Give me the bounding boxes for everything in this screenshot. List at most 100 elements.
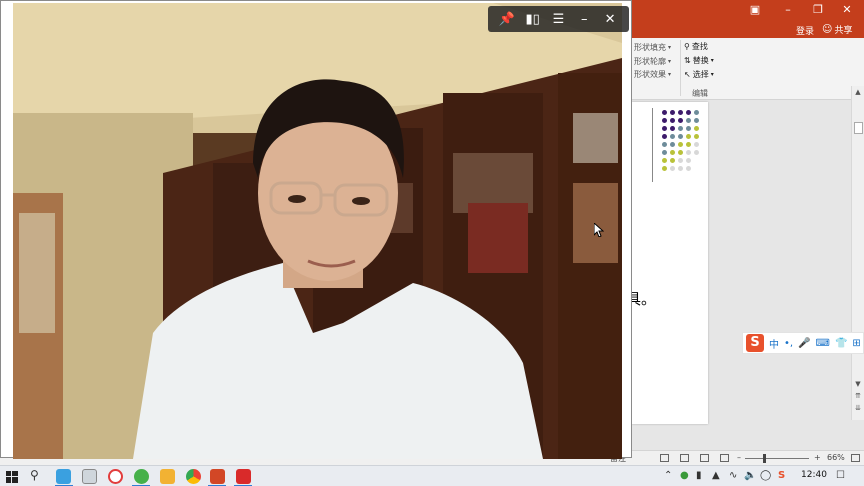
- pattern-dot: [694, 142, 699, 147]
- pattern-dot: [686, 142, 691, 147]
- select-label: 选择: [692, 70, 709, 79]
- close-icon[interactable]: ✕: [600, 9, 620, 29]
- pattern-dot: [694, 126, 699, 131]
- battery-icon[interactable]: ▮: [696, 470, 702, 481]
- microphone-icon[interactable]: 🎤: [798, 338, 810, 349]
- minimize-icon[interactable]: –: [781, 4, 795, 16]
- sogou-browser-icon[interactable]: [134, 469, 149, 484]
- ime-mode[interactable]: 中: [769, 336, 779, 351]
- pattern-dot: [670, 150, 675, 155]
- pattern-dot: [694, 110, 699, 115]
- notification-icon[interactable]: ☐: [836, 470, 845, 481]
- find-button[interactable]: ⚲ 查找: [684, 41, 708, 52]
- share-button[interactable]: ☺ 共享: [822, 23, 852, 36]
- pattern-dot: [662, 150, 667, 155]
- wifi-icon[interactable]: ∿: [729, 470, 737, 481]
- taskbar-clock[interactable]: 12:40: [801, 470, 827, 480]
- find-label: 查找: [691, 42, 708, 51]
- ie-icon[interactable]: [56, 469, 71, 484]
- photos-app-icon[interactable]: [160, 469, 175, 484]
- video-app-icon[interactable]: [108, 469, 123, 484]
- pattern-dot: [678, 126, 683, 131]
- tray-app-icon[interactable]: ●: [680, 470, 689, 481]
- scrollbar-thumb[interactable]: [854, 122, 863, 134]
- shape-outline-button[interactable]: 形状轮廓 ▾: [634, 56, 671, 67]
- tray-chevron-up-icon[interactable]: ⌃: [664, 470, 672, 481]
- menu-icon[interactable]: ☰: [548, 9, 568, 29]
- zoom-level[interactable]: 66%: [827, 453, 845, 462]
- minimize-icon[interactable]: –: [574, 9, 594, 29]
- sogou-logo-icon: S: [746, 334, 764, 352]
- ime-indicator-icon[interactable]: ◯: [760, 470, 771, 481]
- chevron-down-icon: ▾: [668, 44, 672, 51]
- pattern-dot: [662, 142, 667, 147]
- zoom-slider[interactable]: [745, 458, 809, 459]
- skin-icon[interactable]: 👕: [835, 338, 847, 349]
- ime-punctuation[interactable]: •,: [784, 338, 793, 349]
- shape-fill-button[interactable]: 形状填充 ▾: [634, 42, 671, 53]
- shape-effects-button[interactable]: 形状效果 ▾: [634, 69, 671, 80]
- search-icon[interactable]: ⚲: [30, 468, 39, 482]
- share-label: 共享: [834, 26, 853, 36]
- grid-menu-icon[interactable]: ⊞: [852, 338, 860, 349]
- scroll-down-icon[interactable]: ▼: [852, 380, 864, 388]
- shape-effects-label: 形状效果: [634, 70, 666, 79]
- replace-icon: ⇅: [684, 56, 691, 65]
- split-view-icon[interactable]: ▮▯: [523, 9, 543, 29]
- pattern-dot: [678, 142, 683, 147]
- person-icon: ☺: [822, 24, 833, 35]
- restore-icon[interactable]: ❐: [811, 4, 825, 16]
- network-app-icon[interactable]: [82, 469, 97, 484]
- editing-group-label: 编辑: [692, 89, 708, 98]
- pattern-dot: [662, 126, 667, 131]
- normal-view-icon[interactable]: [660, 454, 669, 462]
- chevron-down-icon: ▾: [668, 58, 672, 65]
- keyboard-icon[interactable]: ⌨: [816, 338, 830, 349]
- camera-video-feed: [13, 3, 622, 459]
- fit-slide-icon[interactable]: [851, 454, 860, 462]
- pattern-dot: [678, 134, 683, 139]
- scroll-up-icon[interactable]: ▲: [852, 88, 864, 96]
- shape-fill-label: 形状填充: [634, 43, 666, 52]
- windows-start-icon[interactable]: [6, 471, 18, 483]
- pattern-dot: [678, 118, 683, 123]
- powerpoint-icon[interactable]: [210, 469, 225, 484]
- pattern-dot: [678, 150, 683, 155]
- video-frame-image: [13, 3, 622, 459]
- login-link[interactable]: 登录: [796, 24, 814, 37]
- pattern-dot: [662, 110, 667, 115]
- previous-slide-icon[interactable]: ⇈: [852, 392, 864, 400]
- select-button[interactable]: ↖ 选择 ▾: [684, 69, 714, 80]
- slide-sorter-icon[interactable]: [680, 454, 689, 462]
- pattern-dot: [670, 134, 675, 139]
- pattern-dot: [678, 158, 683, 163]
- vertical-scrollbar[interactable]: ▲ ▼ ⇈ ⇊: [851, 86, 864, 420]
- sogou-tray-icon[interactable]: S: [778, 470, 785, 481]
- ime-toolbar[interactable]: S 中 •, 🎤 ⌨ 👕 ⊞: [742, 332, 864, 354]
- pin-icon[interactable]: 📌: [497, 9, 517, 29]
- reading-view-icon[interactable]: [700, 454, 709, 462]
- zoom-in-icon[interactable]: +: [814, 453, 821, 462]
- zoom-out-icon[interactable]: –: [737, 453, 741, 462]
- ribbon-separator: [680, 40, 681, 96]
- media-app-icon[interactable]: [236, 469, 251, 484]
- zoom-slider-knob[interactable]: [762, 454, 766, 463]
- shape-outline-label: 形状轮廓: [634, 57, 666, 66]
- pattern-dot: [662, 158, 667, 163]
- pattern-dot: [670, 126, 675, 131]
- slideshow-icon[interactable]: [720, 454, 729, 462]
- camera-window[interactable]: 📌 ▮▯ ☰ – ✕: [0, 0, 632, 459]
- close-icon[interactable]: ✕: [840, 4, 854, 16]
- pattern-dot: [670, 142, 675, 147]
- usb-icon[interactable]: ▲: [712, 470, 720, 481]
- replace-button[interactable]: ⇅ 替换 ▾: [684, 55, 714, 66]
- volume-icon[interactable]: 🔈: [744, 470, 756, 481]
- pattern-dot: [670, 166, 675, 171]
- pattern-dot: [686, 150, 691, 155]
- camera-toolbar: 📌 ▮▯ ☰ – ✕: [488, 6, 629, 32]
- chrome-icon[interactable]: [186, 469, 201, 484]
- ribbon-display-icon[interactable]: ▣: [748, 4, 762, 16]
- next-slide-icon[interactable]: ⇊: [852, 404, 864, 412]
- pattern-dot: [694, 118, 699, 123]
- pattern-dot: [694, 134, 699, 139]
